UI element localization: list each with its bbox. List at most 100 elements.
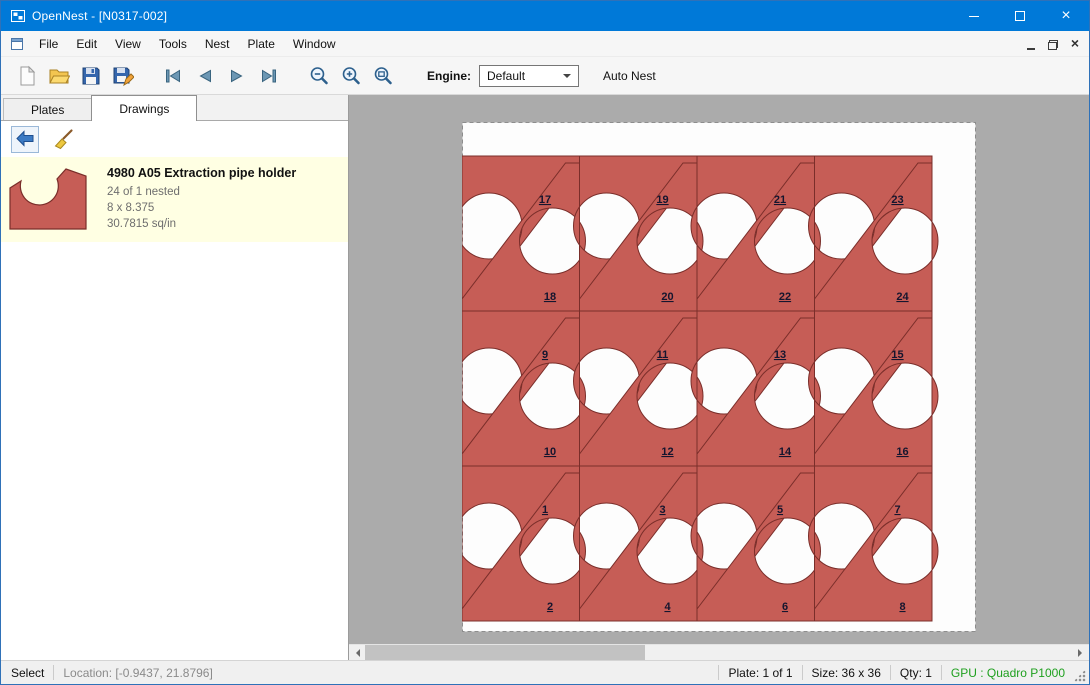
maximize-button[interactable] [997,1,1043,31]
next-plate-button[interactable] [221,61,253,91]
nest-canvas[interactable]: 171819202122232491011121314151612345678 [349,95,1089,644]
engine-select-value: Default [487,69,525,83]
first-plate-icon [162,65,184,87]
new-button[interactable] [11,61,43,91]
return-part-button[interactable] [11,126,39,153]
tab-drawings[interactable]: Drawings [91,95,197,121]
auto-nest-button[interactable]: Auto Nest [603,69,656,83]
part-number-24: 24 [896,291,909,303]
open-button[interactable] [43,61,75,91]
main-toolbar: Engine: Default Auto Nest [1,57,1089,95]
part-number-6: 6 [782,601,788,613]
drawing-title: 4980 A05 Extraction pipe holder [107,166,296,180]
zoom-out-button[interactable] [303,61,335,91]
status-separator [802,665,803,680]
menu-item-plate[interactable]: Plate [239,33,284,55]
previous-plate-icon [194,65,216,87]
engine-select[interactable]: Default [479,65,579,87]
scroll-right-icon [1078,649,1086,657]
scroll-right-button[interactable] [1073,645,1089,661]
status-mode: Select [1,666,44,680]
part-number-11: 11 [657,349,669,361]
drawing-list-item[interactable]: 4980 A05 Extraction pipe holder 24 of 1 … [1,157,348,242]
save-icon [80,65,102,87]
chevron-down-icon [563,74,571,82]
new-file-icon [16,65,38,87]
save-as-button[interactable] [107,61,139,91]
part-number-8: 8 [899,601,905,613]
menu-item-file[interactable]: File [30,33,67,55]
part-number-3: 3 [659,504,665,516]
close-button[interactable]: × [1043,1,1089,31]
part-number-5: 5 [777,504,783,516]
part-number-18: 18 [544,291,556,303]
part-number-12: 12 [661,446,673,458]
clean-icon [52,128,74,150]
save-button[interactable] [75,61,107,91]
scroll-left-button[interactable] [349,645,365,661]
drawings-toolbar [1,121,348,157]
status-separator [53,665,54,680]
part-number-21: 21 [774,194,786,206]
part-number-4: 4 [664,601,671,613]
part-number-20: 20 [661,291,673,303]
menu-item-tools[interactable]: Tools [150,33,196,55]
mdi-restore-button[interactable] [1042,34,1064,54]
previous-plate-button[interactable] [189,61,221,91]
part-thumbnail [9,166,87,230]
engine-label: Engine: [427,69,471,83]
zoom-in-button[interactable] [335,61,367,91]
last-plate-button[interactable] [253,61,285,91]
tabstrip: Plates Drawings [1,95,348,121]
menu-item-edit[interactable]: Edit [67,33,106,55]
save-as-icon [112,65,134,87]
menu-item-nest[interactable]: Nest [196,33,239,55]
part-number-14: 14 [779,446,792,458]
menubar: File Edit View Tools Nest Plate Window × [1,31,1089,57]
mdi-close-button[interactable]: × [1064,34,1086,54]
part-number-10: 10 [544,446,556,458]
drawing-item-text: 4980 A05 Extraction pipe holder 24 of 1 … [107,166,296,232]
drawing-area: 30.7815 sq/in [107,216,296,232]
status-location: Location: [-0.9437, 21.8796] [63,666,212,680]
scrollbar-thumb[interactable] [365,645,645,661]
opennest-window: OpenNest - [N0317-002] × File Edit View … [0,0,1090,685]
sidebar: Plates Drawings [1,95,349,660]
mdi-minimize-button[interactable] [1020,34,1042,54]
last-plate-icon [258,65,280,87]
tab-plates[interactable]: Plates [3,98,92,121]
part-number-13: 13 [774,349,786,361]
part-number-9: 9 [542,349,548,361]
status-plate: Plate: 1 of 1 [728,666,792,680]
return-part-icon [14,128,36,150]
statusbar: Select Location: [-0.9437, 21.8796] Plat… [1,660,1089,684]
status-separator [941,665,942,680]
status-separator [718,665,719,680]
titlebar: OpenNest - [N0317-002] × [1,1,1089,31]
clean-button[interactable] [49,126,77,153]
menu-item-view[interactable]: View [106,33,150,55]
drawing-nested-count: 24 of 1 nested [107,184,296,200]
zoom-fit-button[interactable] [367,61,399,91]
menu-item-window[interactable]: Window [284,33,345,55]
part-number-16: 16 [896,446,908,458]
plate: 171819202122232491011121314151612345678 [462,122,976,632]
status-size: Size: 36 x 36 [812,666,881,680]
next-plate-icon [226,65,248,87]
part-number-17: 17 [539,194,551,206]
resize-grip[interactable] [1073,669,1086,682]
drawing-dimensions: 8 x 8.375 [107,200,296,216]
first-plate-button[interactable] [157,61,189,91]
part-number-19: 19 [656,194,668,206]
horizontal-scrollbar[interactable] [349,644,1089,660]
part-number-22: 22 [779,291,791,303]
plate-svg[interactable]: 171819202122232491011121314151612345678 [462,122,976,632]
zoom-in-icon [340,65,362,87]
window-title: OpenNest - [N0317-002] [32,9,167,23]
status-separator [890,665,891,680]
part-number-23: 23 [891,194,903,206]
scroll-left-icon [352,649,360,657]
minimize-button[interactable] [951,1,997,31]
open-folder-icon [48,65,70,87]
part-number-1: 1 [542,504,548,516]
